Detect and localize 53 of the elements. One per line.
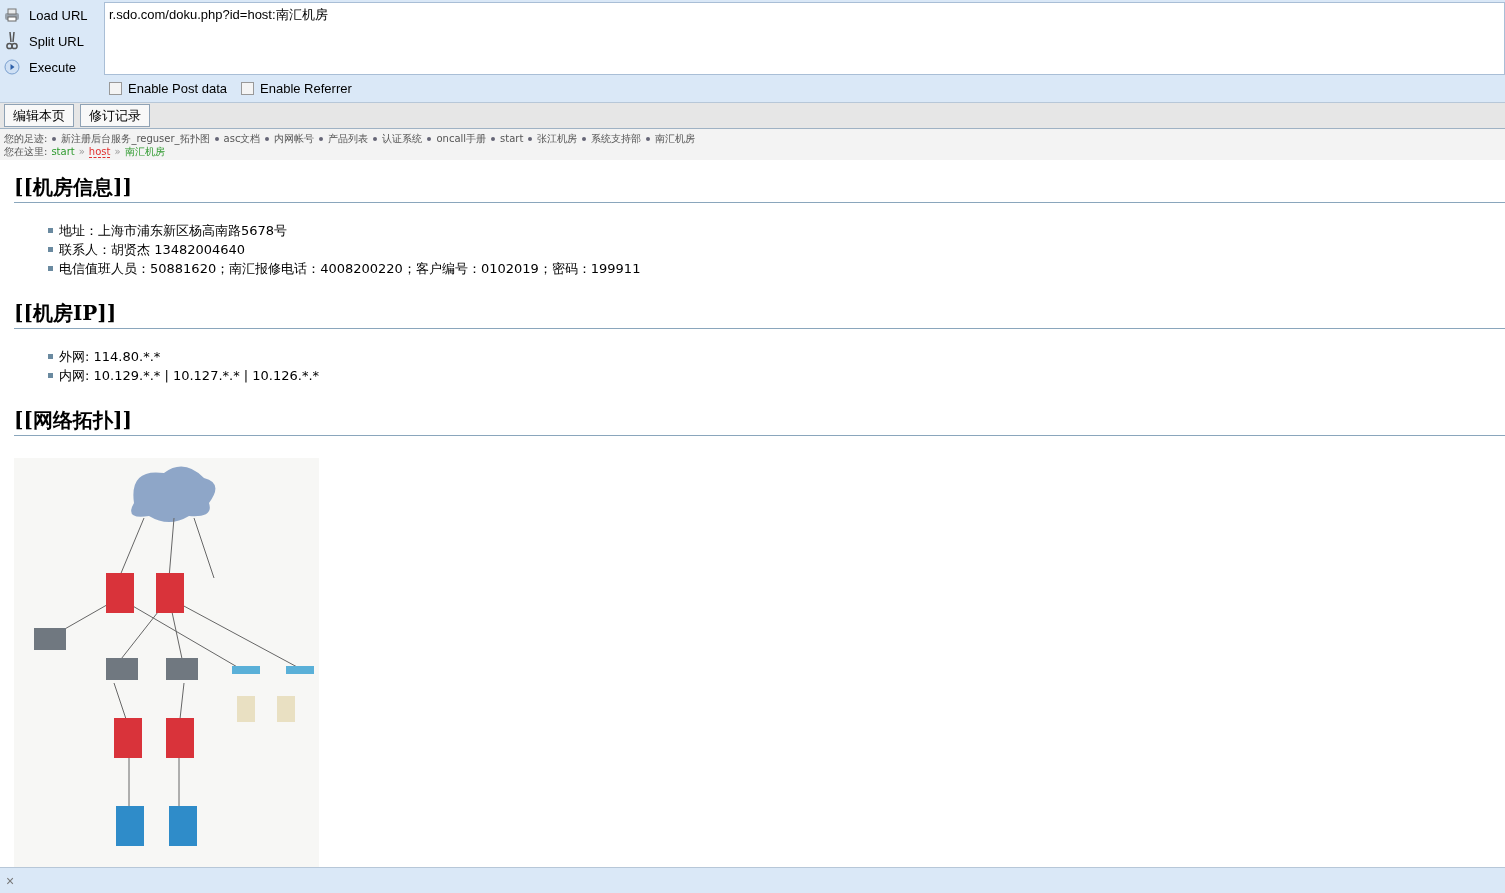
checkbox-label: Enable Post data: [128, 81, 228, 96]
page-button[interactable]: 修订记录: [80, 104, 150, 127]
bullet-icon: [48, 266, 53, 271]
bullet-icon: [491, 136, 496, 141]
trace-link[interactable]: oncall手册: [436, 131, 487, 146]
bullet-icon: [265, 136, 270, 141]
bullet-icon: [319, 136, 324, 141]
trace-link[interactable]: 新注册后台服务_reguser_拓扑图: [61, 131, 210, 146]
list-text: 地址：上海市浦东新区杨高南路5678号: [59, 221, 288, 240]
bullet-icon: [48, 354, 53, 359]
trace-link[interactable]: start: [500, 133, 524, 144]
checkbox-label: Enable Referrer: [260, 81, 352, 96]
bullet-icon: [48, 373, 53, 378]
bullet-icon: [48, 247, 53, 252]
trace-link[interactable]: 产品列表: [328, 131, 369, 146]
toolbar-button[interactable]: Split URL: [0, 28, 100, 54]
separator: »: [114, 146, 121, 157]
bullet-icon: [528, 136, 533, 141]
bullet-icon: [427, 136, 432, 141]
breadcrumb-label: 您在这里:: [4, 144, 48, 159]
toolbar-button[interactable]: Execute: [0, 54, 100, 80]
list-text: 内网: 10.129.*.* | 10.127.*.* | 10.126.*.*: [59, 366, 320, 385]
printer-icon: [4, 7, 20, 23]
checkbox[interactable]: [241, 82, 255, 95]
bullet-icon: [582, 136, 587, 141]
section-heading: [[机房信息]]: [14, 174, 1505, 203]
play-icon: [4, 59, 20, 75]
section-heading: [[机房IP]]: [14, 300, 1505, 329]
section-heading: [[网络拓扑]]: [14, 407, 1505, 436]
trace-link[interactable]: 认证系统: [382, 131, 423, 146]
checkbox[interactable]: [109, 82, 122, 95]
trace-link[interactable]: asc文档: [223, 131, 261, 146]
list-text: 外网: 114.80.*.*: [59, 347, 161, 366]
trace-label: 您的足迹:: [4, 131, 48, 146]
breadcrumb-link[interactable]: host: [88, 145, 111, 158]
bullet-icon: [646, 136, 651, 141]
page-button[interactable]: 编辑本页: [4, 104, 74, 127]
bullet-icon: [52, 136, 57, 141]
trace-link[interactable]: 张江机房: [537, 131, 578, 146]
trace-link[interactable]: 内网帐号: [274, 131, 315, 146]
list-text: 电信值班人员：50881620；南汇报修电话：4008200220；客户编号：0102019；密码：199911: [59, 259, 641, 278]
bullet-icon: [214, 136, 219, 141]
trace-link[interactable]: 系统支持部: [591, 131, 642, 146]
bullet-icon: [48, 228, 53, 233]
separator: »: [78, 146, 85, 157]
toolbar-button[interactable]: Load URL: [0, 2, 100, 28]
breadcrumb-link[interactable]: 南汇机房: [124, 144, 165, 159]
url-field[interactable]: r.sdo.com/doku.php?id=host:南汇机房: [104, 2, 1505, 75]
scissors-icon: [4, 31, 20, 51]
bullet-icon: [373, 136, 378, 141]
close-button[interactable]: ×: [0, 872, 21, 889]
trace-link[interactable]: 南汇机房: [655, 131, 696, 146]
list-text: 联系人：胡贤杰 13482004640: [59, 240, 246, 259]
